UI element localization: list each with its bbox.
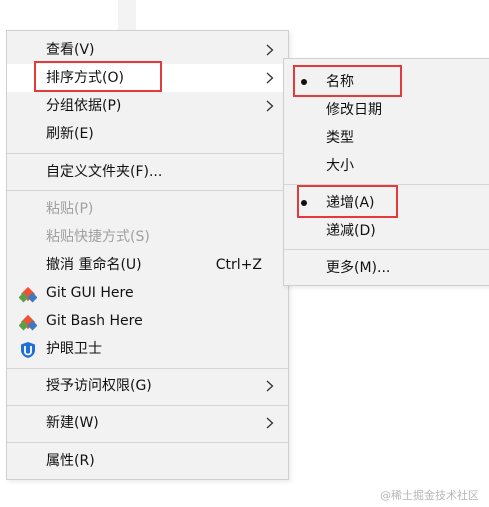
git-gui-icon [18,285,38,303]
menu-item-undo-rename[interactable]: 撤消 重命名(U) Ctrl+Z [7,251,288,279]
menu-item-label: 分组依据(P) [46,98,122,114]
menu-separator [7,190,288,191]
submenu-item-type[interactable]: 类型 [284,124,489,152]
submenu-item-ascending[interactable]: 递增(A) [284,189,489,217]
menu-item-paste-shortcut: 粘贴快捷方式(S) [7,223,288,251]
menu-item-refresh[interactable]: 刷新(E) [7,120,288,148]
menu-item-label: Git Bash Here [46,313,143,329]
menu-item-paste: 粘贴(P) [7,195,288,223]
submenu-item-label: 递增(A) [326,195,375,211]
menu-item-label: 属性(R) [46,453,95,469]
sort-by-submenu: 名称 修改日期 类型 大小 递增(A) 递减(D) 更多(M)... [283,58,489,286]
menu-item-new[interactable]: 新建(W) [7,409,288,437]
menu-item-label: 刷新(E) [46,126,94,142]
menu-item-label: 护眼卫士 [46,341,102,357]
submenu-item-size[interactable]: 大小 [284,152,489,180]
submenu-item-label: 修改日期 [326,102,382,118]
menu-item-label: 新建(W) [46,415,99,431]
radio-bullet-icon [301,79,307,85]
menu-separator [284,249,489,250]
menu-item-properties[interactable]: 属性(R) [7,447,288,475]
context-menu: 查看(V) 排序方式(O) 分组依据(P) 刷新(E) 自定义文件夹(F)... [6,30,289,480]
menu-separator [7,153,288,154]
menu-item-label: 自定义文件夹(F)... [46,164,163,180]
menu-item-label: 授予访问权限(G) [46,378,152,394]
radio-bullet-icon [301,200,307,206]
menu-item-git-gui[interactable]: Git GUI Here [7,279,288,307]
chevron-right-icon [266,44,274,56]
menu-separator [7,442,288,443]
submenu-item-label: 大小 [326,158,354,174]
submenu-item-label: 类型 [326,130,354,146]
menu-item-sort-by[interactable]: 排序方式(O) [7,64,288,92]
menu-item-give-access[interactable]: 授予访问权限(G) [7,372,288,400]
eye-guard-shield-icon [19,341,37,359]
submenu-item-label: 名称 [326,74,354,90]
menu-separator [284,184,489,185]
chevron-right-icon [266,72,274,84]
menu-item-customize-folder[interactable]: 自定义文件夹(F)... [7,158,288,186]
menu-item-label: 撤消 重命名(U) [46,257,142,273]
chevron-right-icon [266,380,274,392]
menu-item-label: 查看(V) [46,42,95,58]
git-bash-icon [18,313,38,331]
submenu-item-label: 递减(D) [326,223,376,239]
menu-item-view[interactable]: 查看(V) [7,36,288,64]
menu-item-label: Git GUI Here [46,285,134,301]
menu-item-label: 粘贴快捷方式(S) [46,229,150,245]
shortcut-label: Ctrl+Z [215,257,262,273]
menu-item-git-bash[interactable]: Git Bash Here [7,307,288,335]
chevron-right-icon [266,100,274,112]
submenu-item-more[interactable]: 更多(M)... [284,254,489,282]
menu-separator [7,405,288,406]
submenu-item-date-modified[interactable]: 修改日期 [284,96,489,124]
screenshot-stage: 查看(V) 排序方式(O) 分组依据(P) 刷新(E) 自定义文件夹(F)... [0,0,489,507]
chevron-right-icon [266,417,274,429]
menu-item-eye-guard[interactable]: 护眼卫士 [7,335,288,363]
menu-item-label: 排序方式(O) [46,70,124,86]
submenu-item-name[interactable]: 名称 [284,68,489,96]
watermark-text: @稀土掘金技术社区 [380,489,479,502]
menu-item-group-by[interactable]: 分组依据(P) [7,92,288,120]
menu-item-label: 粘贴(P) [46,201,94,217]
submenu-item-descending[interactable]: 递减(D) [284,217,489,245]
menu-separator [7,368,288,369]
submenu-item-label: 更多(M)... [326,260,391,276]
desktop-background-strip [118,0,136,30]
